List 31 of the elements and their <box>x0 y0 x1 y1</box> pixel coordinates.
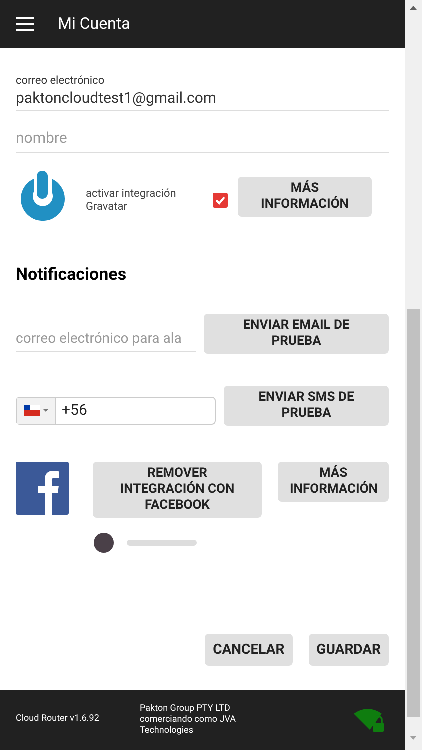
company-text: Pakton Group PTY LTD comerciando como JVA Technologies <box>140 704 238 736</box>
phone-number-input[interactable]: +56 <box>56 398 215 424</box>
more-info-button[interactable]: MÁS INFORMACIÓN <box>278 462 389 502</box>
scrollbar-thumb[interactable] <box>407 309 420 717</box>
name-field[interactable]: nombre <box>16 127 389 152</box>
more-info-button[interactable]: MÁS INFORMACIÓN <box>238 177 372 217</box>
blurred-name-drawing <box>127 540 197 546</box>
country-dropdown[interactable] <box>17 398 56 424</box>
wifi-lock-icon <box>354 708 386 732</box>
gravatar-label: activar integración Gravatar <box>86 187 178 213</box>
flag-icon <box>24 405 40 416</box>
caret-icon <box>42 409 48 412</box>
scroll-down-icon[interactable] <box>410 736 417 740</box>
save-button[interactable]: GUARDAR <box>308 634 389 666</box>
send-test-email-button[interactable]: ENVIAR EMAIL DE PRUEBA <box>204 314 389 354</box>
field-label: correo electrónico <box>16 74 105 88</box>
checkbox[interactable] <box>213 192 228 208</box>
facebook-icon <box>16 462 69 514</box>
email-field[interactable]: paktoncloudtest1@gmail.com <box>16 88 389 108</box>
cancel-button[interactable]: CANCELAR <box>205 634 293 666</box>
alert-email-field[interactable]: correo electrónico para ala <box>16 328 196 352</box>
send-test-sms-button[interactable]: ENVIAR SMS DE PRUEBA <box>224 386 389 426</box>
section-heading: Notificaciones <box>16 264 127 286</box>
scroll-up-icon[interactable] <box>410 6 417 10</box>
remove-facebook-button[interactable]: REMOVER INTEGRACIÓN CON FACEBOOK <box>93 462 262 518</box>
avatar-icon <box>93 532 115 554</box>
page-title: Mi Cuenta <box>58 13 130 35</box>
scrollbar[interactable] <box>405 0 422 750</box>
menu-icon[interactable] <box>16 17 34 31</box>
version-text: Cloud Router v1.6.92 <box>16 713 100 726</box>
phone-field[interactable]: +56 <box>16 396 216 424</box>
